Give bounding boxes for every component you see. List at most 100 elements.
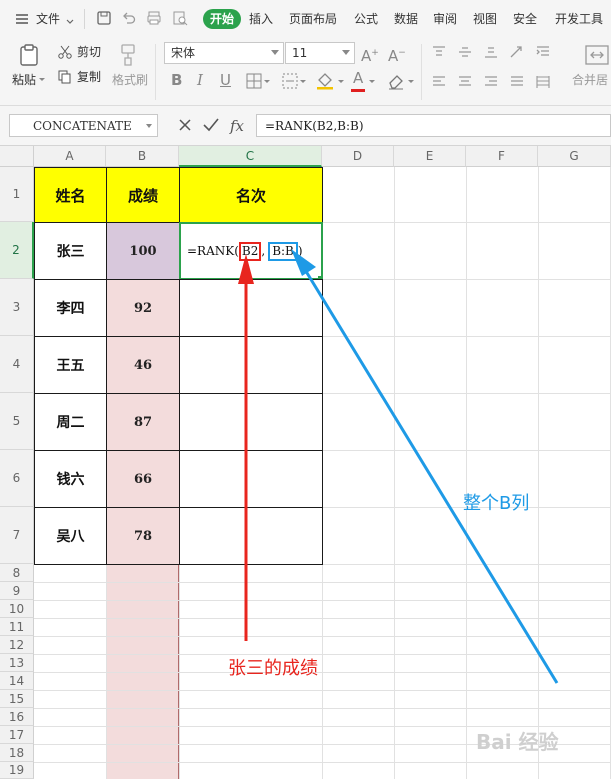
- clear-format-icon[interactable]: [387, 72, 405, 90]
- row-header-10[interactable]: 10: [0, 600, 34, 618]
- cell-b3[interactable]: 92: [106, 279, 180, 337]
- file-menu[interactable]: 文件: [36, 11, 60, 27]
- cut-label[interactable]: 剪切: [77, 45, 101, 59]
- font-color-dropdown-icon[interactable]: [369, 79, 375, 85]
- insert-function-icon[interactable]: fx: [230, 118, 244, 134]
- cell-b4[interactable]: 46: [106, 336, 180, 394]
- fill-color-dropdown-icon[interactable]: [338, 79, 344, 85]
- paste-dropdown-icon[interactable]: [39, 77, 45, 83]
- save-icon[interactable]: [96, 10, 112, 26]
- cell-b5[interactable]: 87: [106, 393, 180, 451]
- fill-color-icon[interactable]: [316, 72, 334, 90]
- cell-b7[interactable]: 78: [106, 507, 180, 565]
- cancel-icon[interactable]: [178, 118, 192, 132]
- cell-b2[interactable]: 100: [106, 222, 180, 280]
- cell-a7[interactable]: 吴八: [34, 507, 107, 565]
- file-dropdown-icon[interactable]: [66, 15, 74, 24]
- row-header-18[interactable]: 18: [0, 744, 34, 762]
- formula-input[interactable]: =RANK(B2,B:B): [256, 114, 611, 137]
- align-bottom-icon[interactable]: [484, 46, 498, 58]
- format-painter-icon[interactable]: [117, 43, 139, 67]
- column-header-g[interactable]: G: [538, 146, 611, 167]
- indent-icon[interactable]: [536, 46, 550, 58]
- select-all-corner[interactable]: [0, 146, 34, 167]
- print-preview-icon[interactable]: [172, 10, 188, 26]
- tab-formulas[interactable]: 公式: [354, 11, 378, 27]
- merge-center-label[interactable]: 合并居: [572, 73, 608, 87]
- cell-a4[interactable]: 王五: [34, 336, 107, 394]
- cell-c7[interactable]: [179, 507, 323, 565]
- copy-label[interactable]: 复制: [77, 70, 101, 84]
- row-header-15[interactable]: 15: [0, 690, 34, 708]
- format-painter-label[interactable]: 格式刷: [112, 73, 148, 87]
- cell-c3[interactable]: [179, 279, 323, 337]
- borders-dropdown-icon[interactable]: [264, 79, 270, 85]
- paste-icon[interactable]: [17, 43, 41, 67]
- row-header-11[interactable]: 11: [0, 618, 34, 636]
- hamburger-menu-icon[interactable]: [14, 11, 30, 27]
- increase-font-size-icon[interactable]: A+: [361, 45, 379, 64]
- tab-security[interactable]: 安全: [513, 11, 537, 27]
- print-icon[interactable]: [146, 10, 162, 26]
- row-header-3[interactable]: 3: [0, 279, 34, 336]
- align-center-icon[interactable]: [458, 76, 472, 88]
- bold-icon[interactable]: B: [171, 72, 182, 88]
- column-header-c[interactable]: C: [179, 146, 322, 167]
- column-header-a[interactable]: A: [34, 146, 106, 167]
- cell-a1-header[interactable]: 姓名: [34, 167, 107, 223]
- paste-label[interactable]: 粘贴: [12, 73, 36, 87]
- row-header-12[interactable]: 12: [0, 636, 34, 654]
- cell-c6[interactable]: [179, 450, 323, 508]
- align-left-icon[interactable]: [432, 76, 446, 88]
- row-header-2[interactable]: 2: [0, 222, 34, 279]
- tab-home[interactable]: 开始: [203, 9, 242, 29]
- font-name-select[interactable]: 宋体: [164, 42, 284, 64]
- column-header-b[interactable]: B: [106, 146, 179, 167]
- column-header-d[interactable]: D: [322, 146, 394, 167]
- italic-icon[interactable]: I: [197, 72, 203, 88]
- cell-a2[interactable]: 张三: [34, 222, 107, 280]
- confirm-icon[interactable]: [203, 118, 219, 132]
- align-top-icon[interactable]: [432, 46, 446, 58]
- tab-view[interactable]: 视图: [473, 11, 497, 27]
- column-header-f[interactable]: F: [466, 146, 538, 167]
- cell-c5[interactable]: [179, 393, 323, 451]
- cell-style-dropdown-icon[interactable]: [300, 79, 306, 85]
- name-box[interactable]: CONCATENATE: [9, 114, 158, 137]
- cut-icon[interactable]: [58, 45, 72, 59]
- row-header-6[interactable]: 6: [0, 450, 34, 507]
- row-header-16[interactable]: 16: [0, 708, 34, 726]
- row-header-14[interactable]: 14: [0, 672, 34, 690]
- cell-a5[interactable]: 周二: [34, 393, 107, 451]
- cell-b6[interactable]: 66: [106, 450, 180, 508]
- align-middle-icon[interactable]: [458, 46, 472, 58]
- font-color-icon[interactable]: A: [353, 70, 363, 86]
- merge-center-icon[interactable]: [585, 43, 609, 67]
- column-header-e[interactable]: E: [394, 146, 466, 167]
- row-header-17[interactable]: 17: [0, 726, 34, 744]
- borders-icon[interactable]: [246, 73, 262, 89]
- tab-developer[interactable]: 开发工具: [555, 11, 603, 27]
- copy-icon[interactable]: [58, 70, 72, 84]
- tab-review[interactable]: 审阅: [433, 11, 457, 27]
- row-header-9[interactable]: 9: [0, 582, 34, 600]
- row-header-19[interactable]: 19: [0, 762, 34, 779]
- font-size-select[interactable]: 11: [285, 42, 355, 64]
- cell-c1-header[interactable]: 名次: [179, 167, 323, 223]
- cell-a3[interactable]: 李四: [34, 279, 107, 337]
- decrease-font-size-icon[interactable]: A−: [388, 45, 406, 64]
- tab-page-layout[interactable]: 页面布局: [289, 11, 337, 27]
- row-header-8[interactable]: 8: [0, 564, 34, 582]
- cell-a6[interactable]: 钱六: [34, 450, 107, 508]
- tab-data[interactable]: 数据: [394, 11, 418, 27]
- cell-c2-active[interactable]: =RANK( B2 , B:B ): [179, 222, 323, 280]
- align-right-icon[interactable]: [484, 76, 498, 88]
- row-header-7[interactable]: 7: [0, 507, 34, 564]
- justify-icon[interactable]: [510, 76, 524, 88]
- row-header-5[interactable]: 5: [0, 393, 34, 450]
- row-header-1[interactable]: 1: [0, 167, 34, 222]
- orientation-icon[interactable]: [510, 46, 524, 58]
- row-header-4[interactable]: 4: [0, 336, 34, 393]
- clear-format-dropdown-icon[interactable]: [408, 79, 414, 85]
- tab-insert[interactable]: 插入: [249, 11, 273, 27]
